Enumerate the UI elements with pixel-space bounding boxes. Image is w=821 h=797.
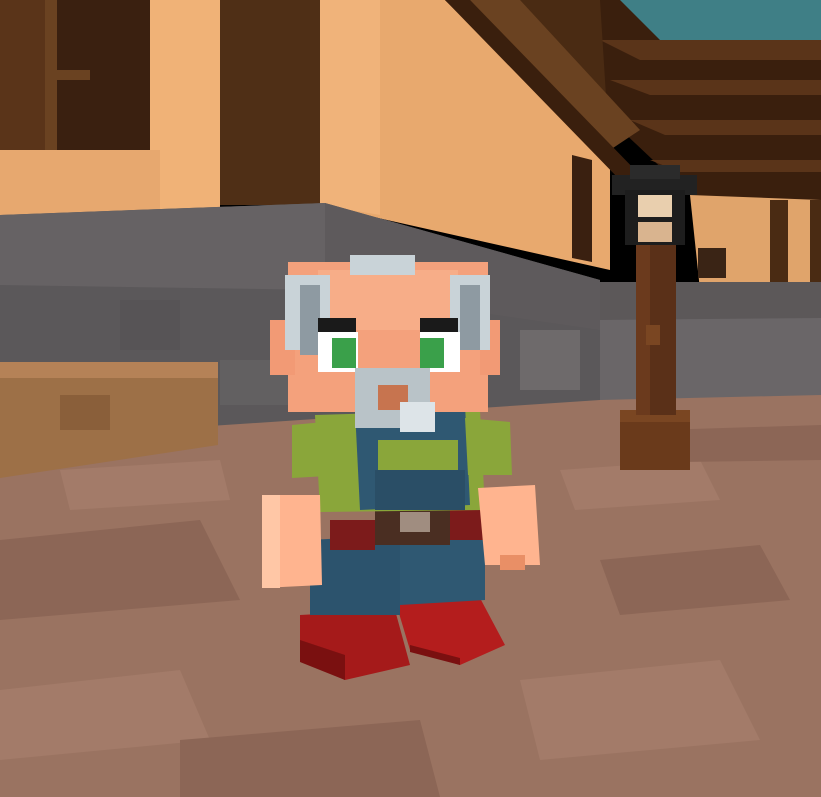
left-eye-icon [332,338,356,368]
right-eye-icon [420,338,444,368]
game-viewport[interactable] [0,0,821,797]
beard [355,368,435,432]
